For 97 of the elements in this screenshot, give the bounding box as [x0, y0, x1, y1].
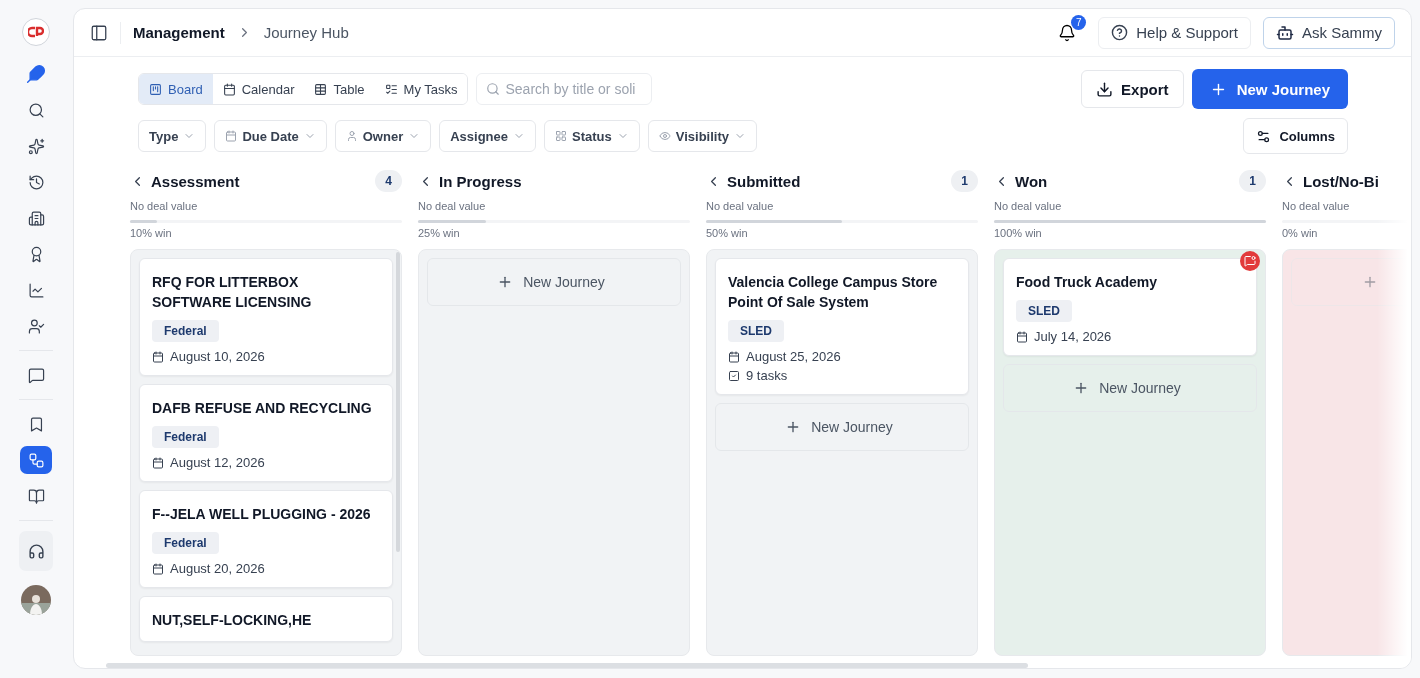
- due-date: August 20, 2026: [170, 561, 265, 576]
- due-date: August 10, 2026: [170, 349, 265, 364]
- deal-value: No deal value: [130, 200, 199, 212]
- board-icon: [149, 82, 162, 96]
- workflow-icon: [27, 451, 45, 469]
- category-tag: Federal: [152, 532, 219, 554]
- table-icon: [314, 82, 328, 96]
- due-date: July 14, 2026: [1034, 329, 1112, 344]
- message-icon: [27, 366, 45, 384]
- avatar[interactable]: [21, 585, 51, 615]
- card-title: NUT,SELF-LOCKING,HE: [152, 611, 313, 630]
- plus-icon: [1362, 274, 1378, 290]
- journey-card[interactable]: NUT,SELF-LOCKING,HE: [139, 596, 393, 642]
- category-tag: SLED: [728, 320, 784, 342]
- help-icon: [1111, 24, 1129, 41]
- task-list-icon: [384, 82, 398, 96]
- category-tag: SLED: [1016, 300, 1072, 322]
- calendar-icon: [1016, 330, 1028, 343]
- new-journey-button[interactable]: New Journey: [1191, 69, 1348, 109]
- due-date: August 25, 2026: [746, 349, 841, 364]
- robot-icon: [1276, 23, 1294, 42]
- card-title: DAFB REFUSE AND RECYCLING: [152, 399, 373, 418]
- add-journey-button[interactable]: New Journey: [715, 403, 969, 451]
- notification-badge: 7: [1071, 14, 1087, 30]
- card-title: Food Truck Academy: [1016, 273, 1159, 292]
- deal-value: No deal value: [418, 200, 487, 212]
- column-title: Submitted: [727, 172, 801, 190]
- column-count: 1: [1239, 170, 1266, 192]
- assistant-button[interactable]: Ask Sammy: [1263, 16, 1395, 49]
- win-rate: 0% win: [1282, 227, 1319, 239]
- filter-dropdown[interactable]: Status: [544, 120, 640, 152]
- column-count: 1: [951, 170, 978, 192]
- book-icon: [27, 487, 45, 505]
- column-count: 4: [375, 170, 402, 192]
- calendar-icon: [152, 456, 164, 469]
- journey-card[interactable]: F--JELA WELL PLUGGING - 2026 Federal August 20, 2026: [139, 490, 393, 588]
- column-title: Assessment: [151, 172, 240, 190]
- user-check-icon: [27, 317, 45, 335]
- win-rate: 10% win: [130, 227, 173, 239]
- win-rate: 25% win: [418, 227, 461, 239]
- deal-value: No deal value: [706, 200, 775, 212]
- calendar-icon: [728, 350, 740, 363]
- feather-icon: [26, 64, 46, 84]
- support-button[interactable]: [19, 531, 53, 571]
- deal-value: No deal value: [994, 200, 1063, 212]
- add-journey-button[interactable]: New Journey: [427, 258, 681, 306]
- journey-card[interactable]: DAFB REFUSE AND RECYCLING Federal August 12, 2026: [139, 384, 393, 482]
- history-icon: [27, 173, 45, 191]
- building-icon: [27, 209, 45, 227]
- grid-icon: [555, 130, 568, 142]
- filter-dropdown[interactable]: Visibility: [647, 120, 757, 152]
- logo-icon[interactable]: [22, 18, 50, 46]
- due-date: August 12, 2026: [170, 455, 265, 470]
- download-icon: [1096, 80, 1114, 98]
- category-tag: Federal: [152, 320, 219, 342]
- columns-button[interactable]: Columns: [1243, 118, 1348, 154]
- sidebar-item[interactable]: [20, 446, 52, 474]
- breadcrumb-link[interactable]: Management: [133, 24, 225, 41]
- journey-card[interactable]: Food Truck Academy SLED July 14, 2026: [1003, 258, 1257, 356]
- card-title: RFQ FOR LITTERBOX SOFTWARE LICENSING: [152, 273, 313, 312]
- search-icon: [27, 101, 45, 119]
- calendar-icon: [152, 562, 164, 575]
- notification-button[interactable]: [1058, 23, 1077, 42]
- help-button[interactable]: Help & Support: [1098, 16, 1251, 49]
- calendar-icon: [222, 82, 236, 96]
- journey-card[interactable]: RFQ FOR LITTERBOX SOFTWARE LICENSING Federal August 10, 2026: [139, 258, 393, 376]
- filter-dropdown[interactable]: Due Date: [214, 120, 327, 152]
- view-tab[interactable]: Board: [139, 74, 213, 104]
- column-title: In Progress: [439, 172, 522, 190]
- column-title: Won: [1015, 172, 1048, 190]
- card-title: F--JELA WELL PLUGGING - 2026: [152, 505, 372, 524]
- search-icon: [486, 82, 501, 96]
- filter-dropdown[interactable]: Owner: [334, 120, 432, 152]
- sidebar-toggle-icon[interactable]: [90, 23, 108, 42]
- column-title: Lost/No-Bi: [1303, 172, 1379, 190]
- filter-dropdown[interactable]: Assignee: [439, 120, 537, 152]
- deal-value: No deal value: [1282, 200, 1351, 212]
- category-tag: Federal: [152, 426, 219, 448]
- settings-icon: [1256, 128, 1272, 144]
- breadcrumb-link[interactable]: Journey Hub: [263, 24, 349, 41]
- filter-dropdown[interactable]: Type: [138, 120, 207, 152]
- task-count: 9 tasks: [746, 368, 788, 383]
- card-title: Valencia College Campus Store Point Of Sale System: [728, 273, 939, 312]
- search-field[interactable]: Search by title or soli: [476, 73, 653, 105]
- export-button[interactable]: Export: [1081, 70, 1184, 108]
- chart-icon: [27, 281, 45, 299]
- user-icon: [345, 130, 358, 142]
- add-journey-button[interactable]: New Journey: [1003, 364, 1257, 412]
- sparkle-icon: [27, 137, 45, 155]
- calendar-icon: [225, 130, 238, 142]
- headphones-icon: [27, 542, 45, 560]
- calendar-icon: [152, 350, 164, 363]
- win-rate: 100% win: [994, 227, 1043, 239]
- win-rate: 50% win: [706, 227, 749, 239]
- journey-card[interactable]: Valencia College Campus Store Point Of Sale System SLED August 25, 2026 9 tasks: [715, 258, 969, 395]
- checkbox-icon: [728, 369, 740, 382]
- eye-icon: [658, 130, 671, 142]
